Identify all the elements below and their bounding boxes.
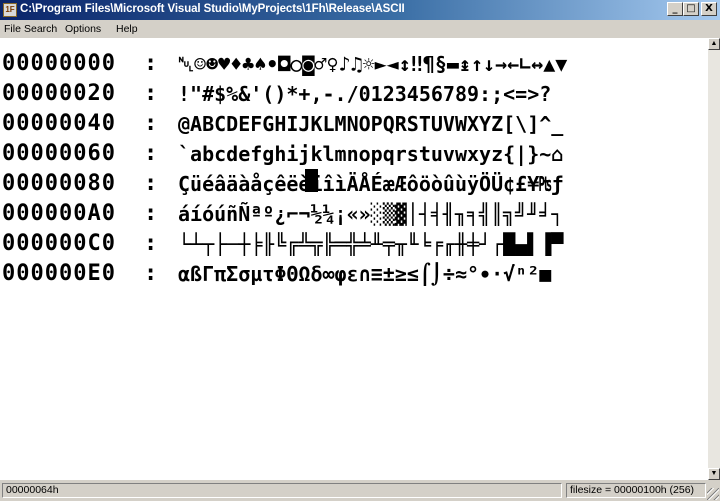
minimize-button[interactable]: _ [667,2,683,16]
row-characters: └┴┬├─┼╞╟╚╔╩╦╠═╬╧╨╤╥╙╘╒╓╫╪┘┌█▄▌▐▀ [178,232,564,256]
app-icon[interactable]: 1F [3,3,17,17]
close-button[interactable]: X [701,2,717,16]
row-address: 000000A0 [2,201,116,226]
window-title: C:\Program Files\Microsoft Visual Studio… [20,3,405,15]
status-offset: 00000064h [2,483,562,498]
row-address: 00000080 [2,171,116,196]
row-characters: áíóúñÑªº¿⌐¬½¼¡«»░▒▓│┤╡╢╖╕╣║╗╝╜╛┐ [178,202,564,226]
menu-search[interactable]: Search [24,23,57,35]
row-address: 00000020 [2,81,116,106]
row-separator: : [144,171,158,196]
row-address: 000000C0 [2,231,116,256]
row-characters: ÇüéâäàåçêëèïîìÄÅÉæÆôöòûùÿÖÜ¢£¥₧ƒ [178,172,564,196]
row-address: 00000000 [2,51,116,76]
row-separator: : [144,111,158,136]
vertical-scrollbar[interactable]: ▲ ▼ [708,38,720,480]
title-bar[interactable]: 1F C:\Program Files\Microsoft Visual Stu… [0,0,720,20]
row-separator: : [144,231,158,256]
menu-bar: File Search Options Help [0,20,720,38]
menu-options[interactable]: Options [65,23,101,35]
scroll-up-arrow-icon[interactable]: ▲ [708,38,720,50]
row-characters: @ABCDEFGHIJKLMNOPQRSTUVWXYZ[\]^_ [178,112,564,136]
resize-grip-icon[interactable] [707,488,719,500]
row-address: 00000060 [2,141,116,166]
menu-file[interactable]: File [4,23,21,35]
status-bar: 00000064h filesize = 00000100h (256) [0,481,720,501]
row-separator: : [144,51,158,76]
row-characters: `abcdefghijklmnopqrstuvwxyz{|}~⌂ [178,142,564,166]
status-filesize: filesize = 00000100h (256) [566,483,706,498]
row-address: 00000040 [2,111,116,136]
row-separator: : [144,201,158,226]
row-characters: αßΓπΣσµτΦΘΩδ∞φε∩≡±≥≤⌠⌡÷≈°∙·√ⁿ²■ [178,262,552,286]
scroll-down-arrow-icon[interactable]: ▼ [708,468,720,480]
row-separator: : [144,81,158,106]
row-characters: !"#$%&'()*+,-./0123456789:;<=>? [178,82,552,106]
row-separator: : [144,141,158,166]
maximize-button[interactable]: □ [683,2,699,16]
row-separator: : [144,261,158,286]
hex-view[interactable]: 00000000 : ␀☺☻♥♦♣♠•◘○◙♂♀♪♫☼►◄↕‼¶§▬↨↑↓→←∟… [0,38,708,480]
menu-help[interactable]: Help [116,23,138,35]
row-characters: ␀☺☻♥♦♣♠•◘○◙♂♀♪♫☼►◄↕‼¶§▬↨↑↓→←∟↔▲▼ [178,52,568,76]
row-address: 000000E0 [2,261,116,286]
app-window: 1F C:\Program Files\Microsoft Visual Stu… [0,0,720,501]
